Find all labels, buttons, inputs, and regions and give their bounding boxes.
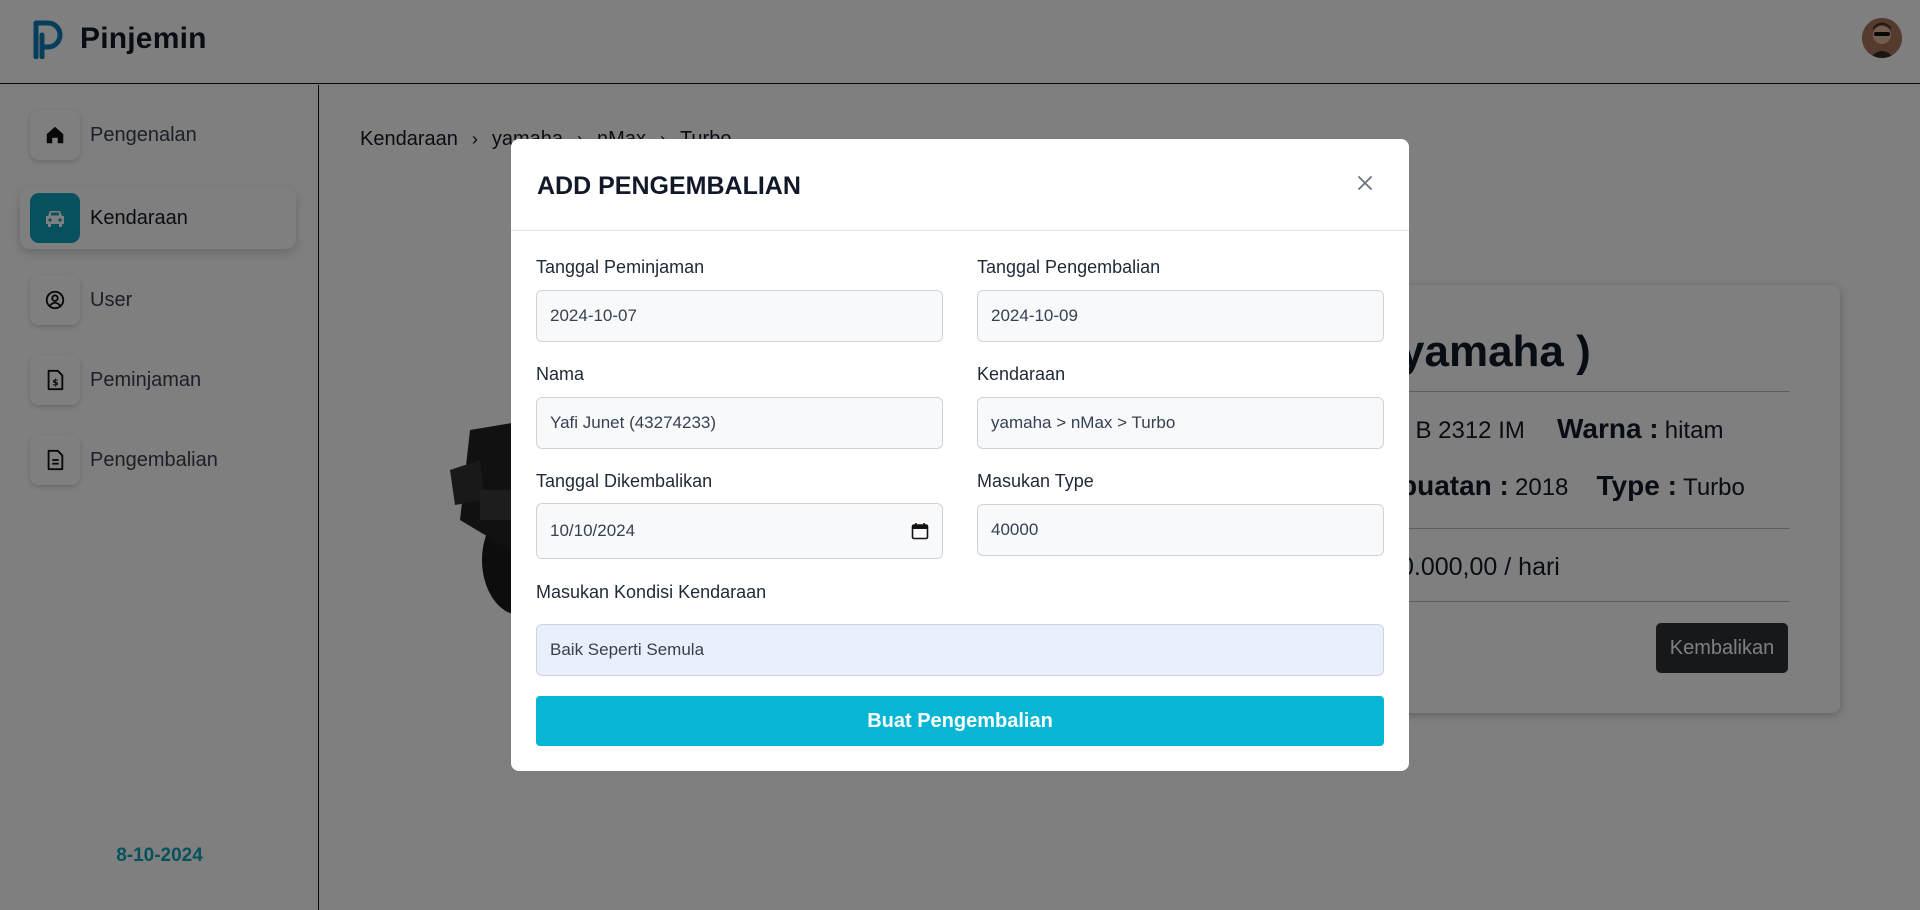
- tanggal-dikembalikan-label: Tanggal Dikembalikan: [536, 471, 713, 491]
- close-button[interactable]: [1351, 169, 1379, 197]
- tanggal-pengembalian-input[interactable]: 2024-10-09: [977, 290, 1384, 342]
- kendaraan-input[interactable]: yamaha > nMax > Turbo: [977, 397, 1384, 449]
- nama-input[interactable]: Yafi Junet (43274233): [536, 397, 943, 449]
- kondisi-input[interactable]: Baik Seperti Semula: [536, 624, 1384, 676]
- kendaraan-label: Kendaraan: [977, 364, 1066, 384]
- tanggal-pengembalian-label: Tanggal Pengembalian: [977, 257, 1161, 277]
- tanggal-dikembalikan-value: 10/10/2024: [550, 521, 636, 540]
- modal-title: ADD PENGEMBALIAN: [537, 172, 801, 200]
- tanggal-peminjaman-label: Tanggal Peminjaman: [536, 257, 705, 277]
- kondisi-label: Masukan Kondisi Kendaraan: [536, 582, 767, 602]
- buat-pengembalian-button[interactable]: Buat Pengembalian: [536, 696, 1384, 746]
- close-icon: [1358, 176, 1372, 190]
- nama-label: Nama: [536, 364, 585, 384]
- masukan-type-input[interactable]: 40000: [977, 504, 1384, 556]
- calendar-icon[interactable]: [911, 522, 929, 540]
- tanggal-peminjaman-input[interactable]: 2024-10-07: [536, 290, 943, 342]
- add-pengembalian-modal: ADD PENGEMBALIAN Tanggal Peminjaman 2024…: [511, 139, 1409, 771]
- modal-header: ADD PENGEMBALIAN: [511, 139, 1409, 231]
- masukan-type-label: Masukan Type: [977, 471, 1094, 491]
- tanggal-dikembalikan-input[interactable]: 10/10/2024: [536, 503, 943, 559]
